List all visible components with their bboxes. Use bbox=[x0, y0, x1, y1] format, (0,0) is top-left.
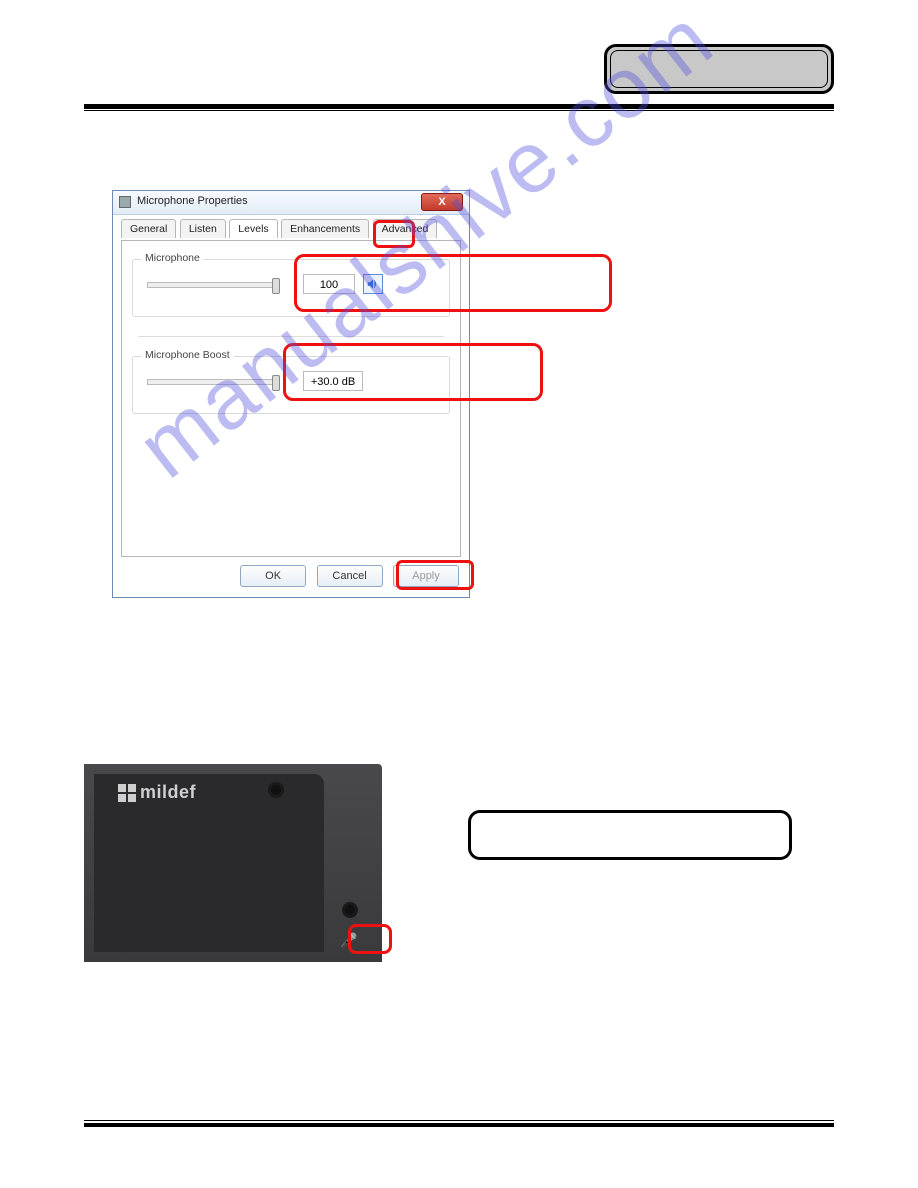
brand-logo: mildef bbox=[118, 782, 196, 803]
window-title: Microphone Properties bbox=[137, 195, 248, 207]
brand-text: mildef bbox=[140, 782, 196, 803]
ok-button[interactable]: OK bbox=[240, 565, 306, 587]
separator bbox=[138, 336, 444, 337]
tab-enhancements[interactable]: Enhancements bbox=[281, 219, 369, 238]
speaker-icon[interactable] bbox=[363, 274, 383, 294]
microphone-boost-slider[interactable] bbox=[147, 379, 277, 385]
close-button[interactable]: X bbox=[421, 193, 463, 211]
microphone-boost-value[interactable]: +30.0 dB bbox=[303, 371, 363, 391]
tab-strip: General Listen Levels Enhancements Advan… bbox=[121, 219, 461, 241]
apply-button[interactable]: Apply bbox=[393, 565, 459, 587]
microphone-properties-dialog: Microphone Properties X General Listen L… bbox=[112, 190, 470, 598]
logo-grid-icon bbox=[118, 784, 136, 802]
dialog-buttons: OK Cancel Apply bbox=[234, 565, 459, 589]
app-icon bbox=[119, 196, 131, 208]
slider-thumb[interactable] bbox=[272, 375, 280, 391]
bottom-rule bbox=[84, 1123, 834, 1127]
microphone-boost-label: Microphone Boost bbox=[141, 349, 234, 361]
microphone-group: Microphone 100 bbox=[132, 259, 450, 317]
tab-levels[interactable]: Levels bbox=[229, 219, 277, 238]
top-right-badge bbox=[604, 44, 834, 94]
microphone-label: Microphone bbox=[141, 252, 204, 264]
top-rule bbox=[84, 104, 834, 109]
slider-thumb[interactable] bbox=[272, 278, 280, 294]
bottom-rule-thin bbox=[84, 1120, 834, 1121]
tab-panel-levels: Microphone 100 Microphone Boost +30.0 dB bbox=[121, 240, 461, 557]
cancel-button[interactable]: Cancel bbox=[317, 565, 383, 587]
microphone-value[interactable]: 100 bbox=[303, 274, 355, 294]
callout-box-empty bbox=[468, 810, 792, 860]
microphone-boost-group: Microphone Boost +30.0 dB bbox=[132, 356, 450, 414]
device-photo: mildef 🎤 bbox=[84, 764, 382, 962]
top-rule-thin bbox=[84, 110, 834, 111]
microphone-icon: 🎤 bbox=[340, 932, 357, 949]
tab-listen[interactable]: Listen bbox=[180, 219, 226, 238]
titlebar: Microphone Properties X bbox=[113, 191, 469, 215]
screw-icon bbox=[268, 782, 284, 798]
microphone-slider[interactable] bbox=[147, 282, 277, 288]
tab-general[interactable]: General bbox=[121, 219, 176, 238]
screw-icon bbox=[342, 902, 358, 918]
tab-advanced[interactable]: Advanced bbox=[373, 219, 438, 238]
